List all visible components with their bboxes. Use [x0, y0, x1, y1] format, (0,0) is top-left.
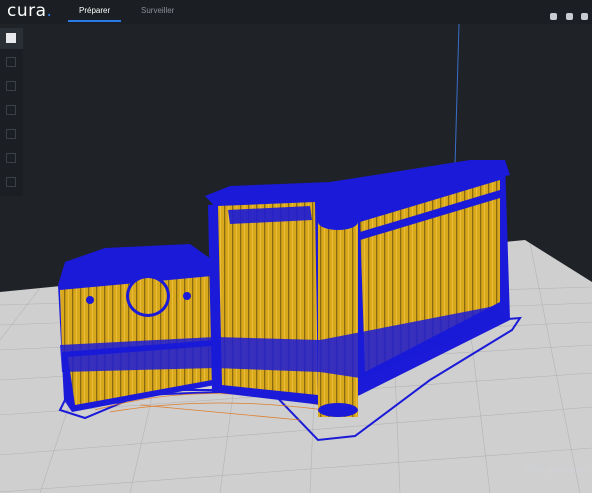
account-icon[interactable]: [581, 13, 588, 20]
cura-logo: cura.: [7, 1, 53, 21]
move-tool-button[interactable]: [0, 52, 23, 73]
support-blocker-button[interactable]: [0, 172, 23, 193]
per-model-settings-button[interactable]: [0, 148, 23, 169]
tab-prepare[interactable]: Préparer: [79, 6, 110, 15]
scale-icon: [6, 81, 16, 91]
rotate-icon: [6, 105, 16, 115]
model-left-wing: [58, 244, 215, 412]
active-tab-indicator: [68, 20, 121, 22]
rotate-tool-button[interactable]: [0, 100, 23, 121]
model-center-block: [208, 200, 322, 405]
mirror-icon: [6, 129, 16, 139]
settings-icon[interactable]: [550, 13, 558, 20]
open-file-button[interactable]: [0, 28, 23, 49]
folder-icon: [6, 33, 16, 43]
support-blocker-icon: [6, 177, 16, 187]
per-model-settings-icon: [6, 153, 16, 163]
top-right-icons: [546, 7, 588, 25]
model-front-cylinder: [318, 214, 358, 417]
mirror-tool-button[interactable]: [0, 124, 23, 145]
marketplace-icon[interactable]: [565, 13, 573, 20]
move-icon: [6, 57, 16, 67]
top-bar: cura. Préparer Surveiller: [0, 0, 592, 24]
build-plate-viewport[interactable]: [0, 0, 592, 493]
scale-tool-button[interactable]: [0, 76, 23, 97]
left-toolbar: [0, 28, 23, 196]
object-filename: CFFFP_part 1 port load: [524, 468, 588, 474]
tab-monitor[interactable]: Surveiller: [141, 6, 174, 15]
